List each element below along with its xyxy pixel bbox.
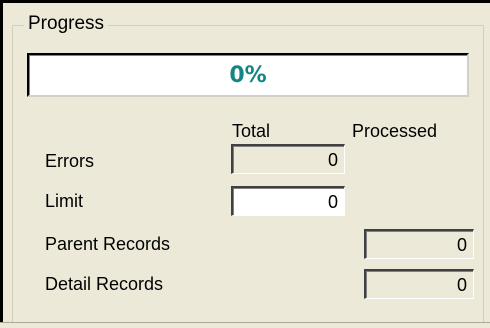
total-column-header: Total [232, 121, 271, 141]
errors-label: Errors [45, 151, 94, 171]
errors-total-field: 0 [231, 144, 345, 174]
detail-records-label: Detail Records [45, 274, 164, 294]
limit-label: Limit [45, 191, 84, 211]
progress-percentage: 0% [229, 62, 267, 88]
parent-records-processed-field: 0 [364, 229, 474, 259]
window-frame-left [0, 0, 3, 327]
groupbox-title: Progress [24, 12, 109, 36]
limit-total-input[interactable]: 0 [231, 186, 345, 216]
window-frame-top [0, 0, 490, 3]
detail-records-processed-field: 0 [364, 269, 474, 299]
progress-bar: 0% [27, 53, 469, 97]
parent-records-label: Parent Records [45, 234, 171, 254]
window-bottom-edge [0, 322, 490, 328]
processed-column-header: Processed [352, 121, 438, 141]
